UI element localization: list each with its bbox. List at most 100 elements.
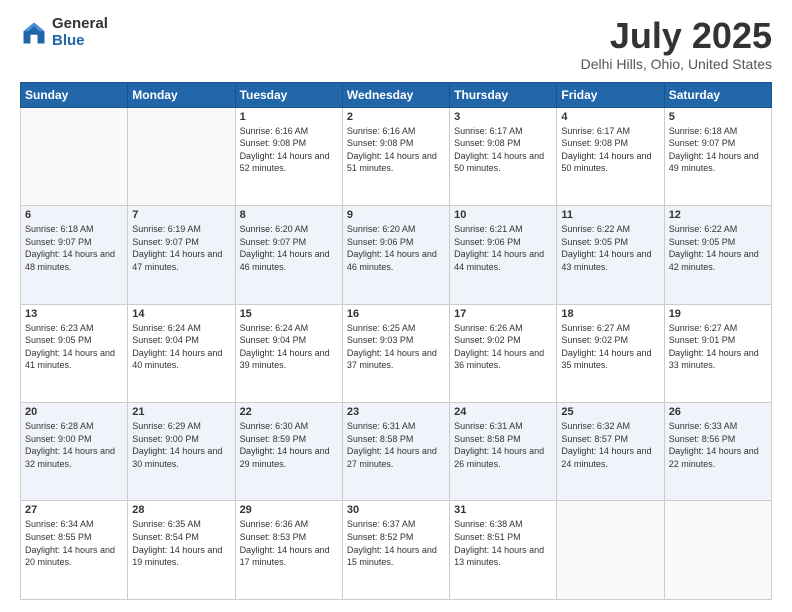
day-detail: Sunrise: 6:31 AMSunset: 8:58 PMDaylight:… (347, 420, 445, 470)
day-detail: Sunrise: 6:25 AMSunset: 9:03 PMDaylight:… (347, 322, 445, 372)
day-number: 4 (561, 111, 659, 123)
logo-general-text: General (52, 16, 108, 33)
day-detail: Sunrise: 6:36 AMSunset: 8:53 PMDaylight:… (240, 518, 338, 568)
table-row: 10 Sunrise: 6:21 AMSunset: 9:06 PMDayligh… (450, 206, 557, 304)
day-detail: Sunrise: 6:31 AMSunset: 8:58 PMDaylight:… (454, 420, 552, 470)
day-number: 1 (240, 111, 338, 123)
table-row: 17 Sunrise: 6:26 AMSunset: 9:02 PMDayligh… (450, 304, 557, 402)
calendar-week-row: 20Sunrise: 6:28 AMSunset: 9:00 PMDayligh… (21, 403, 772, 501)
table-row: 3 Sunrise: 6:17 AMSunset: 9:08 PMDaylight… (450, 107, 557, 205)
day-detail: Sunrise: 6:34 AMSunset: 8:55 PMDaylight:… (25, 518, 123, 568)
day-number: 5 (669, 111, 767, 123)
table-row: 11 Sunrise: 6:22 AMSunset: 9:05 PMDayligh… (557, 206, 664, 304)
table-row: 22 Sunrise: 6:30 AMSunset: 8:59 PMDayligh… (235, 403, 342, 501)
day-number: 18 (561, 308, 659, 320)
table-row: 6 Sunrise: 6:18 AMSunset: 9:07 PMDaylight… (21, 206, 128, 304)
page: General Blue July 2025 Delhi Hills, Ohio… (0, 0, 792, 612)
calendar-header-row: Sunday Monday Tuesday Wednesday Thursday… (21, 82, 772, 107)
table-row: 21 Sunrise: 6:29 AMSunset: 9:00 PMDayligh… (128, 403, 235, 501)
header-tuesday: Tuesday (235, 82, 342, 107)
table-row (128, 107, 235, 205)
day-detail: Sunrise: 6:27 AMSunset: 9:01 PMDaylight:… (669, 322, 767, 372)
day-number: 10 (454, 209, 552, 221)
logo-blue-text: Blue (52, 33, 108, 50)
table-row: 18 Sunrise: 6:27 AMSunset: 9:02 PMDayligh… (557, 304, 664, 402)
day-detail: Sunrise: 6:22 AMSunset: 9:05 PMDaylight:… (669, 223, 767, 273)
day-detail: Sunrise: 6:18 AMSunset: 9:07 PMDaylight:… (25, 223, 123, 273)
day-detail: Sunrise: 6:37 AMSunset: 8:52 PMDaylight:… (347, 518, 445, 568)
table-row: 31Sunrise: 6:38 AMSunset: 8:51 PMDayligh… (450, 501, 557, 600)
day-number: 21 (132, 406, 230, 418)
day-detail: Sunrise: 6:17 AMSunset: 9:08 PMDaylight:… (561, 125, 659, 175)
day-detail: Sunrise: 6:21 AMSunset: 9:06 PMDaylight:… (454, 223, 552, 273)
day-detail: Sunrise: 6:17 AMSunset: 9:08 PMDaylight:… (454, 125, 552, 175)
day-number: 8 (240, 209, 338, 221)
day-number: 23 (347, 406, 445, 418)
header-monday: Monday (128, 82, 235, 107)
table-row: 24 Sunrise: 6:31 AMSunset: 8:58 PMDayligh… (450, 403, 557, 501)
table-row: 9Sunrise: 6:20 AMSunset: 9:06 PMDaylight… (342, 206, 449, 304)
day-number: 14 (132, 308, 230, 320)
day-number: 19 (669, 308, 767, 320)
table-row: 26Sunrise: 6:33 AMSunset: 8:56 PMDayligh… (664, 403, 771, 501)
table-row: 4 Sunrise: 6:17 AMSunset: 9:08 PMDaylight… (557, 107, 664, 205)
calendar-week-row: 27Sunrise: 6:34 AMSunset: 8:55 PMDayligh… (21, 501, 772, 600)
header: General Blue July 2025 Delhi Hills, Ohio… (20, 16, 772, 72)
day-detail: Sunrise: 6:32 AMSunset: 8:57 PMDaylight:… (561, 420, 659, 470)
calendar-week-row: 13Sunrise: 6:23 AMSunset: 9:05 PMDayligh… (21, 304, 772, 402)
day-number: 28 (132, 504, 230, 516)
day-number: 17 (454, 308, 552, 320)
day-number: 7 (132, 209, 230, 221)
day-number: 15 (240, 308, 338, 320)
day-number: 3 (454, 111, 552, 123)
header-saturday: Saturday (664, 82, 771, 107)
table-row: 25 Sunrise: 6:32 AMSunset: 8:57 PMDayligh… (557, 403, 664, 501)
day-detail: Sunrise: 6:22 AMSunset: 9:05 PMDaylight:… (561, 223, 659, 273)
table-row: 30 Sunrise: 6:37 AMSunset: 8:52 PMDayligh… (342, 501, 449, 600)
day-detail: Sunrise: 6:16 AMSunset: 9:08 PMDaylight:… (240, 125, 338, 175)
day-number: 25 (561, 406, 659, 418)
title-block: July 2025 Delhi Hills, Ohio, United Stat… (581, 16, 772, 72)
day-detail: Sunrise: 6:35 AMSunset: 8:54 PMDaylight:… (132, 518, 230, 568)
day-detail: Sunrise: 6:16 AMSunset: 9:08 PMDaylight:… (347, 125, 445, 175)
day-detail: Sunrise: 6:28 AMSunset: 9:00 PMDaylight:… (25, 420, 123, 470)
day-detail: Sunrise: 6:29 AMSunset: 9:00 PMDaylight:… (132, 420, 230, 470)
calendar-week-row: 6 Sunrise: 6:18 AMSunset: 9:07 PMDaylight… (21, 206, 772, 304)
day-detail: Sunrise: 6:33 AMSunset: 8:56 PMDaylight:… (669, 420, 767, 470)
day-number: 24 (454, 406, 552, 418)
table-row: 16Sunrise: 6:25 AMSunset: 9:03 PMDayligh… (342, 304, 449, 402)
table-row (557, 501, 664, 600)
day-detail: Sunrise: 6:24 AMSunset: 9:04 PMDaylight:… (240, 322, 338, 372)
logo-text: General Blue (52, 16, 108, 49)
table-row: 8 Sunrise: 6:20 AMSunset: 9:07 PMDaylight… (235, 206, 342, 304)
table-row: 29 Sunrise: 6:36 AMSunset: 8:53 PMDayligh… (235, 501, 342, 600)
table-row (21, 107, 128, 205)
day-detail: Sunrise: 6:20 AMSunset: 9:07 PMDaylight:… (240, 223, 338, 273)
table-row (664, 501, 771, 600)
header-thursday: Thursday (450, 82, 557, 107)
day-detail: Sunrise: 6:19 AMSunset: 9:07 PMDaylight:… (132, 223, 230, 273)
header-friday: Friday (557, 82, 664, 107)
day-detail: Sunrise: 6:23 AMSunset: 9:05 PMDaylight:… (25, 322, 123, 372)
day-detail: Sunrise: 6:18 AMSunset: 9:07 PMDaylight:… (669, 125, 767, 175)
day-number: 9 (347, 209, 445, 221)
logo: General Blue (20, 16, 108, 49)
day-number: 22 (240, 406, 338, 418)
day-number: 29 (240, 504, 338, 516)
table-row: 27Sunrise: 6:34 AMSunset: 8:55 PMDayligh… (21, 501, 128, 600)
day-number: 31 (454, 504, 552, 516)
day-detail: Sunrise: 6:30 AMSunset: 8:59 PMDaylight:… (240, 420, 338, 470)
day-number: 6 (25, 209, 123, 221)
table-row: 13Sunrise: 6:23 AMSunset: 9:05 PMDayligh… (21, 304, 128, 402)
table-row: 14Sunrise: 6:24 AMSunset: 9:04 PMDayligh… (128, 304, 235, 402)
day-number: 2 (347, 111, 445, 123)
table-row: 2 Sunrise: 6:16 AMSunset: 9:08 PMDaylight… (342, 107, 449, 205)
day-detail: Sunrise: 6:26 AMSunset: 9:02 PMDaylight:… (454, 322, 552, 372)
header-wednesday: Wednesday (342, 82, 449, 107)
subtitle: Delhi Hills, Ohio, United States (581, 56, 772, 72)
day-number: 12 (669, 209, 767, 221)
day-detail: Sunrise: 6:27 AMSunset: 9:02 PMDaylight:… (561, 322, 659, 372)
day-number: 30 (347, 504, 445, 516)
day-number: 11 (561, 209, 659, 221)
main-title: July 2025 (581, 16, 772, 56)
